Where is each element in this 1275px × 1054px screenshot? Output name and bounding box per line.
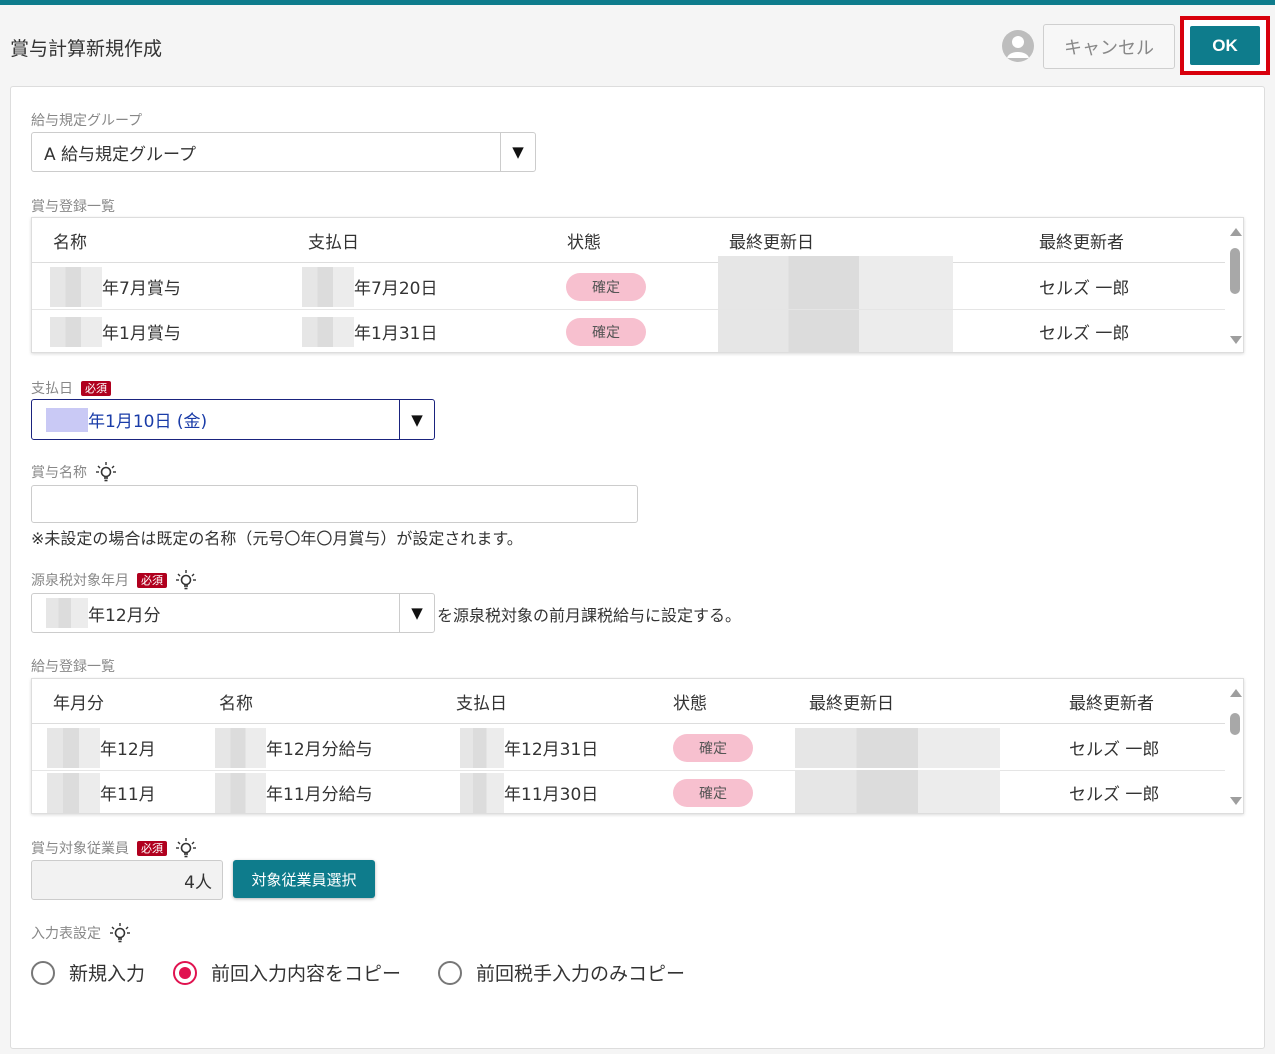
lightbulb-hint-icon[interactable] — [175, 837, 197, 859]
input-setting-label: 入力表設定 — [31, 922, 131, 944]
redacted-year — [302, 266, 354, 307]
redacted-year — [50, 316, 102, 347]
radio-button[interactable] — [31, 960, 55, 985]
column-header[interactable]: 支払日 — [456, 679, 507, 724]
table-row-name[interactable]: 年7月賞与 — [50, 264, 181, 309]
scroll-thumb[interactable] — [1230, 248, 1240, 294]
employees-label: 賞与対象従業員 必須 — [31, 837, 197, 859]
redacted-year — [460, 772, 504, 813]
redacted-year — [47, 772, 100, 813]
dropdown-arrow-icon[interactable]: ▼ — [399, 400, 434, 439]
table-row-month[interactable]: 年11月 — [47, 770, 156, 813]
lightbulb-hint-icon[interactable] — [175, 569, 197, 591]
salary-list-grid: 年月分 名称 支払日 状態 最終更新日 最終更新者 年12月 年12月分給与 年… — [31, 678, 1244, 814]
column-header[interactable]: 状態 — [673, 679, 707, 724]
bonus-name-input[interactable] — [31, 485, 638, 523]
radio-copy-tax-only[interactable]: 前回税手入力のみコピー — [438, 959, 685, 986]
salary-list-header — [32, 679, 1225, 724]
column-header[interactable]: 最終更新日 — [809, 679, 894, 724]
bonus-name-note: ※未設定の場合は既定の名称（元号〇年〇月賞与）が設定されます。 — [31, 529, 523, 548]
column-header[interactable]: 状態 — [567, 218, 601, 263]
redacted-year — [215, 727, 266, 768]
redacted-year — [460, 727, 504, 768]
tax-month-select[interactable]: 年12月分 ▼ — [31, 593, 435, 633]
status-badge: 確定 — [673, 725, 753, 770]
row-divider — [32, 770, 1225, 771]
table-row-updated-by: セルズ 一郎 — [1069, 785, 1160, 805]
tax-month-label: 源泉税対象年月 必須 — [31, 569, 197, 591]
status-badge: 確定 — [673, 770, 753, 813]
tax-month-suffix: を源泉税対象の前月課税給与に設定する。 — [437, 606, 742, 625]
lightbulb-hint-icon[interactable] — [95, 461, 117, 483]
page-title: 賞与計算新規作成 — [10, 38, 163, 60]
redacted-updated-date — [795, 725, 1000, 770]
scroll-up-icon[interactable] — [1230, 228, 1242, 236]
cancel-button[interactable]: キャンセル — [1043, 24, 1175, 69]
column-header[interactable]: 名称 — [53, 218, 87, 263]
redacted-year — [50, 266, 102, 307]
column-header[interactable]: 支払日 — [308, 218, 359, 263]
table-row-name[interactable]: 年11月分給与 — [215, 770, 373, 813]
pay-date-label: 支払日 必須 — [31, 378, 111, 398]
redacted-year — [47, 727, 100, 768]
table-row-name[interactable]: 年1月賞与 — [50, 309, 181, 352]
user-avatar-icon[interactable] — [1002, 30, 1034, 62]
pay-date-select[interactable]: 年1月10日 (金) ▼ — [31, 399, 435, 440]
radio-new-input[interactable]: 新規入力 — [31, 959, 145, 986]
vertical-scrollbar[interactable] — [1227, 687, 1243, 809]
redacted-updated-date — [718, 256, 953, 316]
pay-date-value: 年1月10日 (金) — [32, 407, 399, 432]
redacted-year — [46, 598, 88, 628]
vertical-scrollbar[interactable] — [1227, 226, 1243, 348]
scroll-thumb[interactable] — [1230, 713, 1240, 735]
redacted-updated-date — [718, 309, 953, 352]
dropdown-arrow-icon[interactable]: ▼ — [500, 133, 535, 171]
employee-count-field: 4人 — [31, 860, 223, 900]
table-row-updated-by: セルズ 一郎 — [1069, 740, 1160, 760]
bonus-list-grid: 名称 支払日 状態 最終更新日 最終更新者 年7月賞与 年7月20日 確定 セル… — [31, 217, 1244, 353]
redacted-year — [46, 407, 88, 432]
column-header[interactable]: 最終更新者 — [1069, 679, 1154, 724]
group-select[interactable]: A 給与規定グループ ▼ — [31, 132, 536, 172]
redacted-updated-date — [795, 770, 1000, 813]
radio-button-selected[interactable] — [173, 960, 197, 985]
top-accent-bar — [0, 0, 1275, 5]
table-row-name[interactable]: 年12月分給与 — [215, 725, 373, 770]
required-badge: 必須 — [81, 380, 111, 396]
group-label: 給与規定グループ — [31, 113, 143, 129]
column-header[interactable]: 最終更新者 — [1039, 218, 1124, 263]
radio-copy-previous[interactable]: 前回入力内容をコピー — [173, 959, 401, 986]
status-badge: 確定 — [566, 309, 646, 352]
table-row-pay-date[interactable]: 年1月31日 — [302, 309, 437, 352]
dropdown-arrow-icon[interactable]: ▼ — [399, 594, 434, 632]
ok-button-highlight: OK — [1180, 16, 1270, 75]
salary-list-label: 給与登録一覧 — [31, 659, 115, 675]
required-badge: 必須 — [137, 572, 167, 588]
ok-button[interactable]: OK — [1190, 26, 1260, 65]
table-row-updated-by: セルズ 一郎 — [1039, 279, 1130, 299]
scroll-up-icon[interactable] — [1230, 689, 1242, 697]
bonus-list-label: 賞与登録一覧 — [31, 199, 115, 215]
lightbulb-hint-icon[interactable] — [109, 922, 131, 944]
table-row-month[interactable]: 年12月 — [47, 725, 156, 770]
table-row-pay-date[interactable]: 年12月31日 — [460, 725, 598, 770]
bonus-name-label: 賞与名称 — [31, 461, 117, 483]
table-row-pay-date[interactable]: 年11月30日 — [460, 770, 598, 813]
select-employees-button[interactable]: 対象従業員選択 — [233, 860, 375, 898]
tax-month-value: 年12月分 — [32, 598, 399, 628]
column-header[interactable]: 年月分 — [53, 679, 104, 724]
required-badge: 必須 — [137, 840, 167, 856]
redacted-year — [302, 316, 354, 347]
table-row-updated-by: セルズ 一郎 — [1039, 324, 1130, 344]
table-row-pay-date[interactable]: 年7月20日 — [302, 264, 437, 309]
group-select-value: A 給与規定グループ — [44, 144, 197, 165]
column-header[interactable]: 名称 — [219, 679, 253, 724]
scroll-down-icon[interactable] — [1230, 797, 1242, 805]
scroll-down-icon[interactable] — [1230, 336, 1242, 344]
radio-button[interactable] — [438, 960, 462, 985]
status-badge: 確定 — [566, 264, 646, 309]
redacted-year — [215, 772, 266, 813]
